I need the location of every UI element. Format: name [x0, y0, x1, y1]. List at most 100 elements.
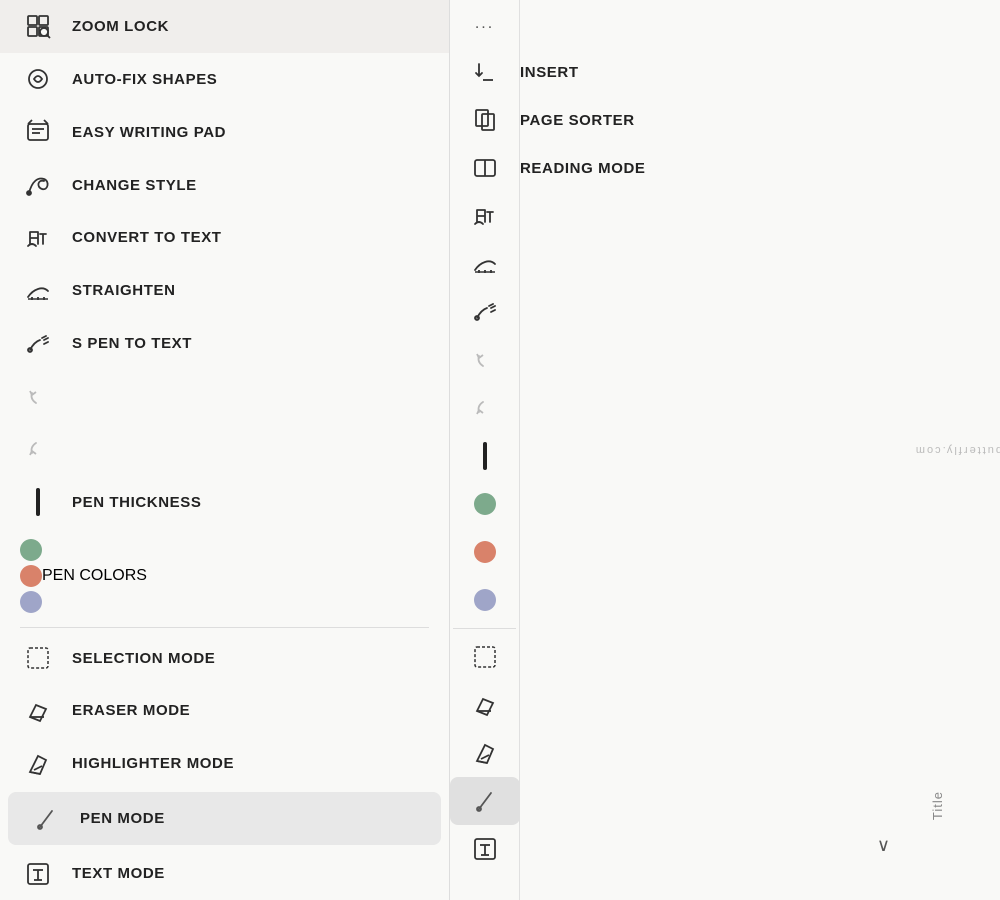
reading-mode-icon — [471, 154, 499, 182]
text-mode-label: TEXT MODE — [72, 865, 165, 882]
pen-colors-row[interactable]: PEN COLORS — [0, 563, 449, 589]
easy-writing-pad-label: EASY WRITING PAD — [72, 124, 226, 141]
selection-mode-item[interactable]: SELECTION MODE — [0, 632, 449, 685]
insert-label-item[interactable]: INSERT — [520, 48, 646, 96]
text-mode-item[interactable]: TEXT MODE — [0, 847, 449, 900]
page-sorter-label: PAGE SORTER — [520, 112, 635, 129]
auto-fix-icon — [20, 61, 56, 97]
r-text-mode-item[interactable] — [450, 825, 520, 873]
straighten-item[interactable]: STRAIGHTEN — [0, 264, 449, 317]
pen-colors-label: PEN COLORS — [42, 567, 147, 585]
auto-fix-shapes-item[interactable]: AUTO-FIX SHAPES — [0, 53, 449, 106]
pen-thickness-item[interactable]: PEN THICKNESS — [0, 476, 449, 529]
convert-to-text-item[interactable]: CONVERT TO TEXT — [0, 212, 449, 265]
pen-colors-green-icon — [20, 539, 42, 561]
pen-colors-purple-item[interactable] — [0, 589, 449, 619]
undo2-item[interactable] — [0, 423, 449, 476]
writing-pad-icon — [20, 114, 56, 150]
r-undo2-icon — [471, 394, 499, 422]
straighten-icon — [20, 273, 56, 309]
pen-thickness-label: PEN THICKNESS — [72, 494, 202, 511]
pen-colors-orange-icon — [20, 565, 42, 587]
zoom-lock-label: ZOOM LOCK — [72, 18, 169, 35]
pen-colors-item[interactable] — [0, 533, 449, 563]
r-pen-thickness-item[interactable] — [450, 432, 520, 480]
r-s-pen-item[interactable] — [450, 288, 520, 336]
r-highlighter-item[interactable] — [450, 729, 520, 777]
highlighter-mode-item[interactable]: HIGHLIGHTER MODE — [0, 737, 449, 790]
s-pen-icon — [20, 326, 56, 362]
r-text-mode-icon — [471, 835, 499, 863]
left-panel: ZOOM LOCK AUTO-FIX SHAPES EASY WRITING P… — [0, 0, 450, 900]
selection-icon — [20, 640, 56, 676]
page-sorter-label-item[interactable]: PAGE SORTER — [520, 96, 646, 144]
r-color-purple-icon — [474, 589, 496, 611]
r-pen-thickness-icon — [483, 442, 487, 470]
convert-to-text-label: CONVERT TO TEXT — [72, 229, 222, 246]
r-highlighter-icon — [471, 739, 499, 767]
undo2-icon — [20, 431, 56, 467]
insert-label: INSERT — [520, 64, 579, 81]
r-color-green-icon — [474, 493, 496, 515]
change-style-label: CHANGE STYLE — [72, 177, 197, 194]
page-sorter-icon — [471, 106, 499, 134]
undo1-icon — [20, 379, 56, 415]
undo1-item[interactable] — [0, 370, 449, 423]
r-pen-mode-icon — [471, 787, 499, 815]
r-convert-text-item[interactable] — [450, 192, 520, 240]
pen-thickness-icon — [20, 484, 56, 520]
r-straighten-item[interactable] — [450, 240, 520, 288]
reading-mode-label: READING MODE — [520, 160, 646, 177]
selection-mode-label: SELECTION MODE — [72, 650, 215, 667]
r-color-orange-item[interactable] — [450, 528, 520, 576]
r-undo2-item[interactable] — [450, 384, 520, 432]
text-mode-icon — [20, 856, 56, 892]
easy-writing-pad-item[interactable]: EASY WRITING PAD — [0, 106, 449, 159]
auto-fix-shapes-label: AUTO-FIX SHAPES — [72, 71, 217, 88]
dots-button[interactable]: ... — [450, 0, 520, 48]
watermark: honeynbutterfly.com — [914, 444, 1000, 456]
insert-icon — [471, 58, 499, 86]
r-convert-text-icon — [471, 202, 499, 230]
r-undo1-item[interactable] — [450, 336, 520, 384]
zoom-lock-icon — [20, 8, 56, 44]
right-icon-column: ... — [450, 0, 520, 900]
r-color-green-item[interactable] — [450, 480, 520, 528]
right-labels-column: INSERT PAGE SORTER READING MODE — [520, 0, 646, 900]
dots-icon: ... — [475, 15, 494, 33]
r-s-pen-icon — [471, 298, 499, 326]
pen-mode-item[interactable]: PEN MODE — [8, 792, 441, 845]
r-divider — [453, 628, 515, 629]
s-pen-to-text-item[interactable]: S PEN TO TEXT — [0, 317, 449, 370]
eraser-mode-item[interactable]: ERASER MODE — [0, 685, 449, 738]
divider-1 — [20, 627, 429, 628]
zoom-lock-item[interactable]: ZOOM LOCK — [0, 0, 449, 53]
reading-mode-icon-item[interactable] — [450, 144, 520, 192]
title-tab[interactable]: Title — [930, 791, 945, 820]
eraser-mode-label: ERASER MODE — [72, 702, 190, 719]
r-eraser-item[interactable] — [450, 681, 520, 729]
change-style-icon — [20, 167, 56, 203]
straighten-label: STRAIGHTEN — [72, 282, 176, 299]
convert-text-icon — [20, 220, 56, 256]
r-undo1-icon — [471, 346, 499, 374]
r-selection-item[interactable] — [450, 633, 520, 681]
pen-colors-purple-icon — [20, 591, 42, 613]
r-pen-mode-item[interactable] — [450, 777, 520, 825]
highlighter-mode-label: HIGHLIGHTER MODE — [72, 755, 234, 772]
r-color-orange-icon — [474, 541, 496, 563]
insert-icon-item[interactable] — [450, 48, 520, 96]
chevron-button[interactable]: ∨ — [877, 835, 890, 856]
r-color-purple-item[interactable] — [450, 576, 520, 624]
r-selection-icon — [471, 643, 499, 671]
change-style-item[interactable]: CHANGE STYLE — [0, 159, 449, 212]
eraser-icon — [20, 693, 56, 729]
pen-mode-label: PEN MODE — [80, 810, 165, 827]
r-eraser-icon — [471, 691, 499, 719]
reading-mode-label-item[interactable]: READING MODE — [520, 144, 646, 192]
highlighter-icon — [20, 746, 56, 782]
pen-mode-icon — [28, 801, 64, 837]
right-panel: ... — [450, 0, 646, 900]
page-sorter-icon-item[interactable] — [450, 96, 520, 144]
s-pen-to-text-label: S PEN TO TEXT — [72, 335, 192, 352]
